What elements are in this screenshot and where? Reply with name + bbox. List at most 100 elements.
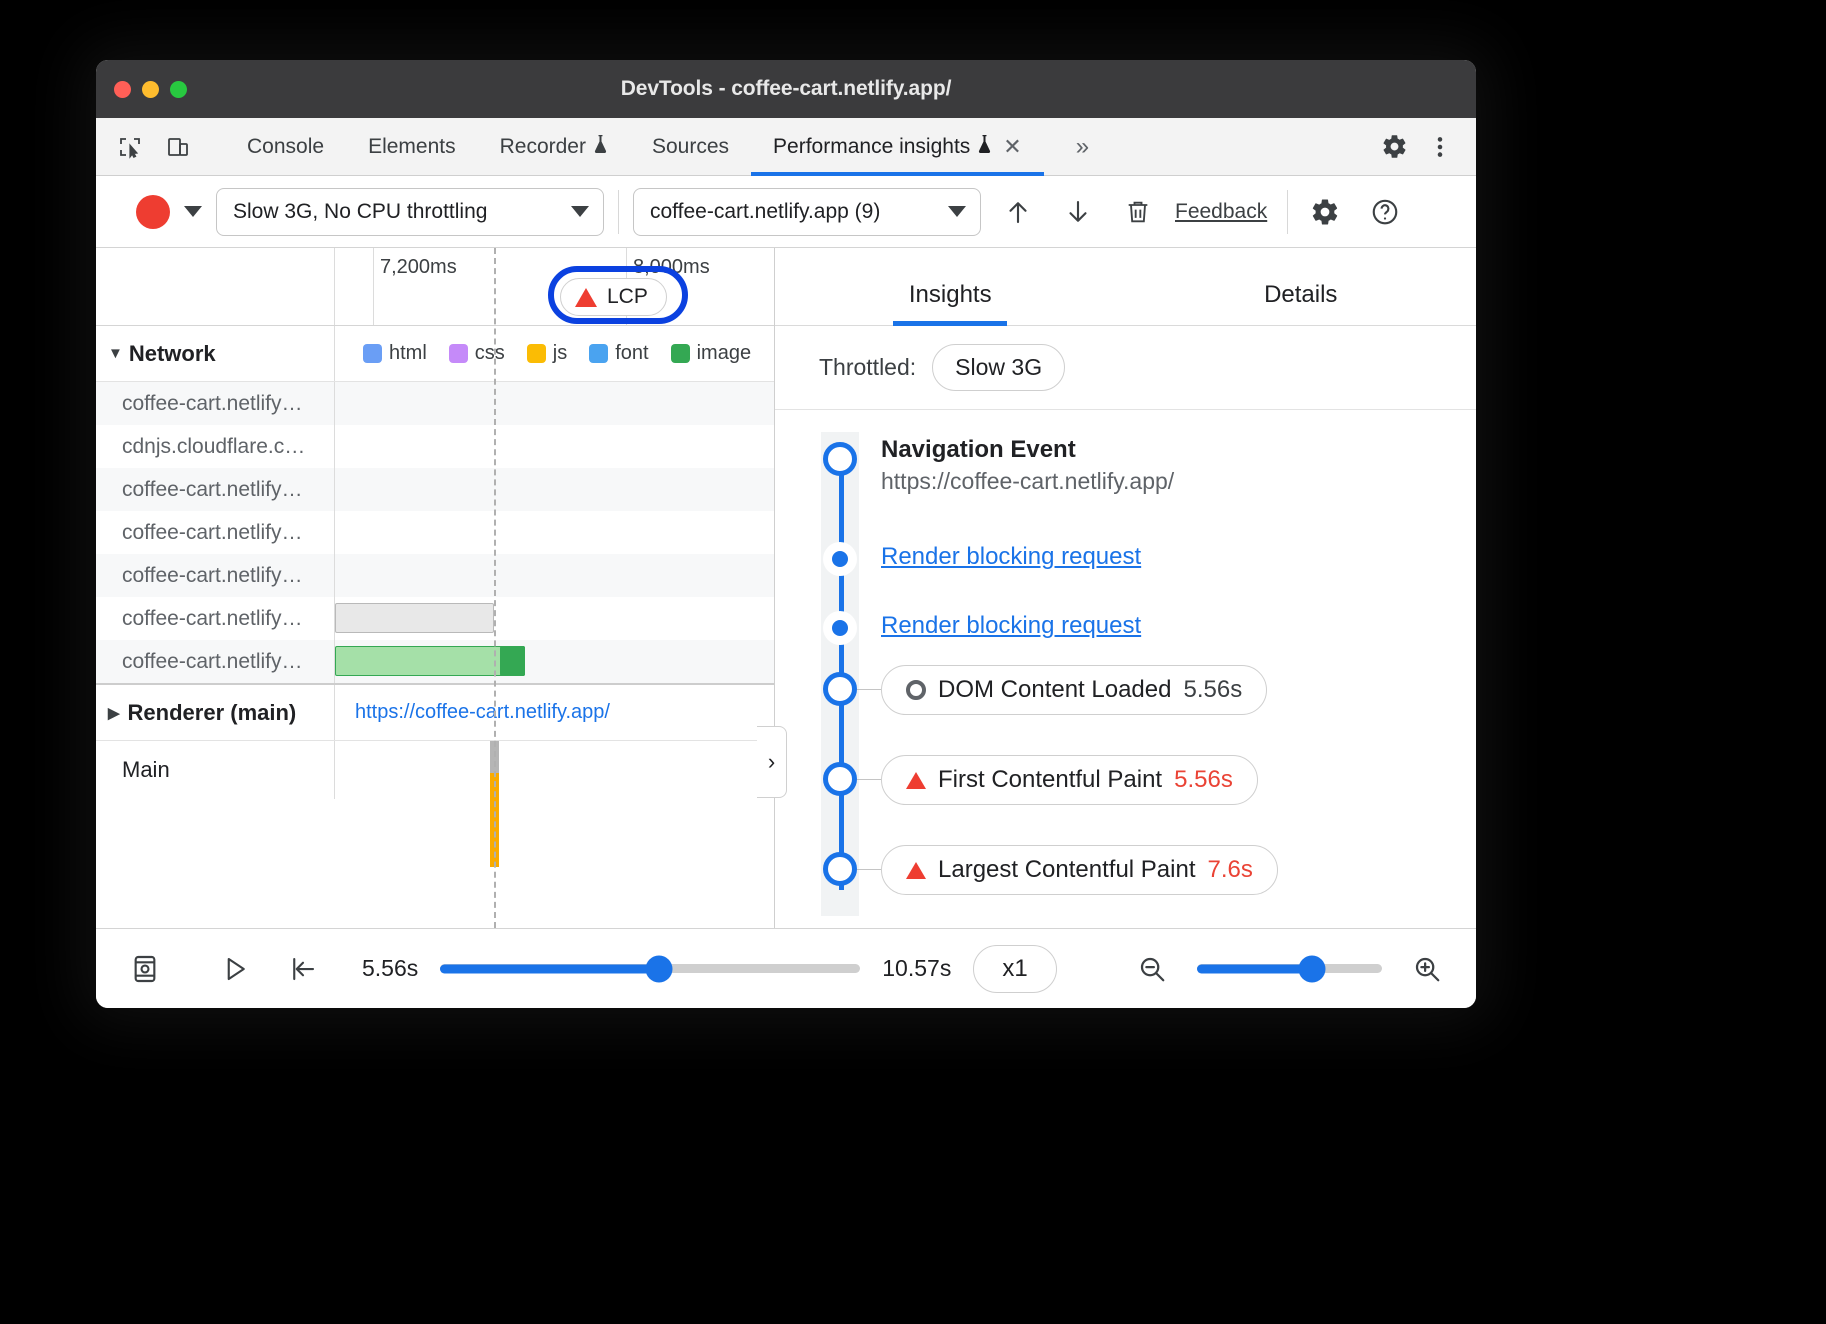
main-thread-task-block[interactable]: [490, 741, 499, 773]
legend-label: image: [697, 342, 751, 365]
timeline-node-render-blocking-1[interactable]: [823, 542, 857, 576]
zoom-out-icon[interactable]: [1129, 946, 1175, 992]
gear-icon[interactable]: [1302, 189, 1348, 235]
more-options-icon[interactable]: [1418, 134, 1462, 160]
close-icon[interactable]: ✕: [1003, 134, 1021, 160]
renderer-section-header[interactable]: ▶ Renderer (main) https://coffee-cart.ne…: [96, 683, 774, 741]
render-blocking-request-link[interactable]: Render blocking request: [881, 543, 1141, 570]
request-bar-download-complete[interactable]: [500, 646, 525, 676]
table-row[interactable]: coffee-cart.netlify…: [96, 468, 774, 511]
download-icon[interactable]: [1055, 189, 1101, 235]
event-render-blocking-2[interactable]: Render blocking request: [881, 612, 1141, 640]
renderer-url-link[interactable]: https://coffee-cart.netlify.app/: [355, 701, 610, 724]
request-track: [335, 382, 774, 425]
timeline-ruler[interactable]: 7,200ms 8,000ms LCP: [96, 248, 774, 326]
legend-label: js: [553, 342, 567, 365]
throttled-row: Throttled: Slow 3G: [775, 326, 1476, 410]
tab-recorder[interactable]: Recorder: [478, 118, 630, 175]
timeline-node-navigation[interactable]: [823, 442, 857, 476]
metric-value: 7.6s: [1208, 856, 1253, 884]
tab-elements[interactable]: Elements: [346, 118, 478, 175]
throttled-label: Throttled:: [819, 354, 916, 381]
event-first-contentful-paint[interactable]: First Contentful Paint 5.56s: [881, 755, 1258, 805]
tab-label: Performance insights: [773, 135, 970, 159]
request-name: cdnjs.cloudflare.c…: [96, 425, 335, 468]
more-tabs-label: »: [1066, 133, 1099, 161]
metric-pill-largest-contentful-paint[interactable]: Largest Contentful Paint 7.6s: [881, 845, 1278, 895]
device-toolbar-icon[interactable]: [156, 135, 200, 159]
metric-pill-dom-content-loaded[interactable]: DOM Content Loaded 5.56s: [881, 665, 1267, 715]
node-connector: [857, 689, 881, 690]
lcp-marker[interactable]: LCP: [560, 278, 667, 316]
request-name: coffee-cart.netlify…: [96, 511, 335, 554]
tab-label: Console: [247, 135, 324, 159]
tab-console[interactable]: Console: [225, 118, 346, 175]
request-track: [335, 554, 774, 597]
slider-knob[interactable]: [645, 955, 672, 982]
record-button[interactable]: [136, 195, 170, 229]
request-bar-waiting[interactable]: [335, 603, 494, 633]
network-section-header[interactable]: ▼ Network html css js: [96, 326, 774, 382]
upload-icon[interactable]: [995, 189, 1041, 235]
filmstrip-icon[interactable]: [122, 946, 168, 992]
renderer-section-title-cell[interactable]: ▶ Renderer (main): [96, 685, 335, 740]
insights-pane: Insights Details Throttled: Slow 3G Navi…: [775, 248, 1476, 928]
event-render-blocking-1[interactable]: Render blocking request: [881, 543, 1141, 571]
timeline-node-dom-content-loaded[interactable]: [823, 672, 857, 706]
help-icon[interactable]: [1362, 189, 1408, 235]
timeline-node-largest-contentful-paint[interactable]: [823, 852, 857, 886]
render-blocking-request-link[interactable]: Render blocking request: [881, 612, 1141, 639]
network-section-title-cell[interactable]: ▼ Network: [96, 326, 335, 381]
trash-icon[interactable]: [1115, 189, 1161, 235]
settings-gear-icon[interactable]: [1372, 133, 1416, 160]
node-connector: [857, 779, 881, 780]
timeline-node-render-blocking-2[interactable]: [823, 611, 857, 645]
event-dom-content-loaded[interactable]: DOM Content Loaded 5.56s: [881, 665, 1267, 715]
tab-insights[interactable]: Insights: [775, 281, 1126, 325]
trace-select[interactable]: coffee-cart.netlify.app (9): [633, 188, 981, 236]
zoom-in-icon[interactable]: [1404, 946, 1450, 992]
feedback-link[interactable]: Feedback: [1175, 200, 1267, 224]
more-tabs-button[interactable]: »: [1044, 118, 1121, 175]
request-name: coffee-cart.netlify…: [96, 597, 335, 640]
jump-to-start-icon[interactable]: [280, 946, 326, 992]
event-largest-contentful-paint[interactable]: Largest Contentful Paint 7.6s: [881, 845, 1278, 895]
performance-toolbar: Slow 3G, No CPU throttling coffee-cart.n…: [96, 176, 1476, 248]
time-range-slider[interactable]: [440, 964, 860, 974]
table-row[interactable]: cdnjs.cloudflare.c…: [96, 425, 774, 468]
table-row[interactable]: coffee-cart.netlify…: [96, 554, 774, 597]
slider-knob[interactable]: [1298, 955, 1325, 982]
table-row[interactable]: coffee-cart.netlify…: [96, 511, 774, 554]
main-thread-script-block[interactable]: [490, 773, 499, 867]
metric-pill-first-contentful-paint[interactable]: First Contentful Paint 5.56s: [881, 755, 1258, 805]
event-navigation[interactable]: Navigation Event https://coffee-cart.net…: [881, 436, 1174, 495]
window-title-bar: DevTools - coffee-cart.netlify.app/: [96, 60, 1476, 118]
throttling-select[interactable]: Slow 3G, No CPU throttling: [216, 188, 604, 236]
tab-label: Insights: [909, 281, 992, 308]
table-row[interactable]: coffee-cart.netlify…: [96, 382, 774, 425]
request-bar-download[interactable]: [335, 646, 525, 676]
timeline-node-first-contentful-paint[interactable]: [823, 762, 857, 796]
play-icon[interactable]: [212, 946, 258, 992]
throttled-value-chip[interactable]: Slow 3G: [932, 344, 1065, 391]
triangle-down-icon[interactable]: ▼: [108, 345, 123, 362]
tab-details[interactable]: Details: [1126, 281, 1477, 325]
table-row[interactable]: coffee-cart.netlify…: [96, 597, 774, 640]
ruler-tick-line: [373, 248, 374, 325]
inspect-element-icon[interactable]: [108, 135, 152, 159]
hollow-circle-icon: [906, 680, 926, 700]
legend-swatch: [363, 344, 382, 363]
tab-sources[interactable]: Sources: [630, 118, 751, 175]
zoom-slider[interactable]: [1197, 964, 1382, 974]
main-thread-row[interactable]: Main: [96, 741, 774, 911]
ruler-tick-label: 7,200ms: [380, 256, 457, 279]
range-start-label: 5.56s: [362, 955, 418, 982]
insights-event-timeline: Navigation Event https://coffee-cart.net…: [775, 410, 1476, 928]
devtools-window: DevTools - coffee-cart.netlify.app/ Cons…: [96, 60, 1476, 1008]
record-options-caret-icon[interactable]: [184, 206, 202, 217]
sidebar-expand-handle[interactable]: ›: [757, 726, 787, 798]
table-row[interactable]: coffee-cart.netlify…: [96, 640, 774, 683]
triangle-right-icon[interactable]: ▶: [108, 704, 120, 722]
playback-speed-chip[interactable]: x1: [973, 945, 1056, 993]
tab-performance-insights[interactable]: Performance insights ✕: [751, 118, 1044, 175]
